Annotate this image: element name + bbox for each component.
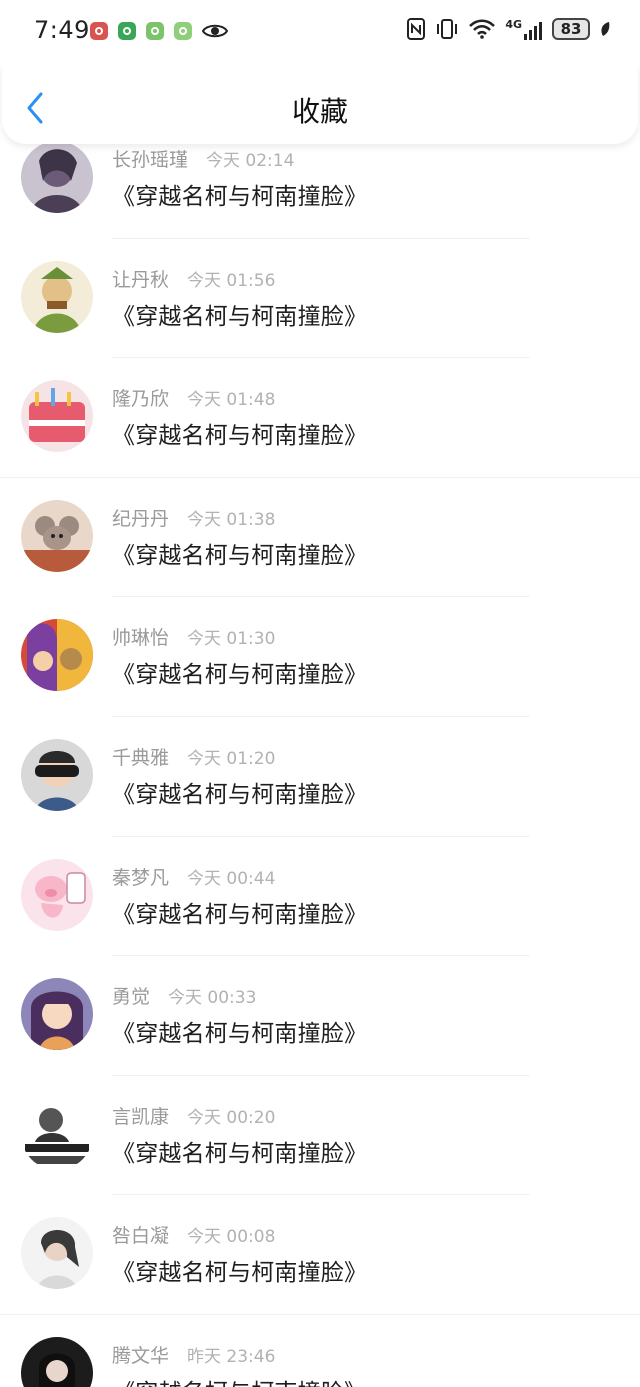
cellular-signal-icon: 4G bbox=[505, 19, 542, 40]
user-name: 让丹秋 bbox=[112, 268, 170, 291]
page-title: 收藏 bbox=[291, 95, 348, 128]
list-item[interactable]: 咎白凝 今天 00:08 《穿越名柯与柯南撞脸》 bbox=[0, 1195, 640, 1315]
list-item[interactable]: 勇觉 今天 00:33 《穿越名柯与柯南撞脸》 bbox=[0, 956, 640, 1076]
network-type: 4G bbox=[505, 17, 522, 31]
timestamp: 今天 01:56 bbox=[187, 270, 276, 291]
item-meta: 千典雅 今天 01:20 bbox=[112, 743, 275, 770]
user-name: 纪丹丹 bbox=[112, 507, 170, 530]
user-name: 腾文华 bbox=[112, 1344, 170, 1367]
vibrate-icon bbox=[437, 19, 458, 39]
app-notification-icon bbox=[118, 22, 136, 40]
avatar bbox=[21, 1336, 93, 1387]
eye-icon bbox=[202, 24, 228, 38]
timestamp: 今天 01:30 bbox=[187, 629, 276, 650]
avatar bbox=[21, 1217, 93, 1290]
list-item[interactable]: 千典雅 今天 01:20 《穿越名柯与柯南撞脸》 bbox=[0, 717, 640, 837]
user-name: 言凯康 bbox=[112, 1105, 170, 1128]
item-meta: 腾文华 昨天 23:46 bbox=[112, 1341, 275, 1368]
status-time: 7:49 bbox=[34, 16, 90, 44]
item-title: 《穿越名柯与柯南撞脸》 bbox=[112, 781, 368, 808]
list-item[interactable]: 秦梦凡 今天 00:44 《穿越名柯与柯南撞脸》 bbox=[0, 837, 640, 957]
timestamp: 今天 01:20 bbox=[187, 748, 276, 769]
timestamp: 今天 00:33 bbox=[168, 988, 257, 1009]
list-item[interactable]: 帅琳怡 今天 01:30 《穿越名柯与柯南撞脸》 bbox=[0, 597, 640, 717]
item-meta: 言凯康 今天 00:20 bbox=[112, 1102, 275, 1129]
item-meta: 咎白凝 今天 00:08 bbox=[112, 1221, 275, 1248]
battery-level: 83 bbox=[552, 18, 590, 40]
timestamp: 今天 00:44 bbox=[187, 868, 276, 889]
timestamp: 今天 00:20 bbox=[187, 1107, 276, 1128]
wifi-icon bbox=[469, 19, 496, 39]
nfc-icon bbox=[407, 18, 426, 40]
timestamp: 今天 00:08 bbox=[187, 1227, 276, 1248]
app-notification-icon bbox=[90, 22, 108, 40]
timestamp: 今天 01:48 bbox=[187, 390, 276, 411]
list-item[interactable]: 让丹秋 今天 01:56 《穿越名柯与柯南撞脸》 bbox=[0, 239, 640, 359]
list-item[interactable]: 言凯康 今天 00:20 《穿越名柯与柯南撞脸》 bbox=[0, 1076, 640, 1196]
item-title: 《穿越名柯与柯南撞脸》 bbox=[112, 901, 368, 928]
item-title: 《穿越名柯与柯南撞脸》 bbox=[112, 1021, 368, 1048]
user-name: 勇觉 bbox=[112, 986, 151, 1009]
item-title: 《穿越名柯与柯南撞脸》 bbox=[112, 423, 368, 450]
avatar bbox=[21, 499, 93, 572]
leaf-icon bbox=[601, 22, 610, 36]
user-name: 秦梦凡 bbox=[112, 866, 170, 889]
item-title: 《穿越名柯与柯南撞脸》 bbox=[112, 662, 368, 689]
avatar bbox=[21, 141, 93, 213]
timestamp: 今天 01:38 bbox=[187, 509, 276, 530]
app-notification-icon bbox=[146, 22, 164, 40]
item-meta: 隆乃欣 今天 01:48 bbox=[112, 384, 275, 411]
item-title: 《穿越名柯与柯南撞脸》 bbox=[112, 1260, 368, 1287]
list-item[interactable]: 隆乃欣 今天 01:48 《穿越名柯与柯南撞脸》 bbox=[0, 358, 640, 478]
header-bar: 收藏 bbox=[2, 64, 638, 144]
item-meta: 纪丹丹 今天 01:38 bbox=[112, 504, 275, 531]
item-meta: 长孙瑶瑾 今天 02:14 bbox=[112, 145, 294, 172]
app-notification-icon bbox=[174, 22, 192, 40]
favorites-list: 长孙瑶瑾 今天 02:14 《穿越名柯与柯南撞脸》 让丹秋 今天 01:56 《… bbox=[0, 119, 640, 1387]
status-bar: 7:49 4G 83 bbox=[0, 0, 640, 64]
item-meta: 秦梦凡 今天 00:44 bbox=[112, 863, 275, 890]
user-name: 千典雅 bbox=[112, 746, 170, 769]
item-meta: 帅琳怡 今天 01:30 bbox=[112, 623, 275, 650]
user-name: 帅琳怡 bbox=[112, 627, 170, 650]
avatar bbox=[21, 738, 93, 811]
item-title: 《穿越名柯与柯南撞脸》 bbox=[112, 542, 368, 569]
list-item[interactable]: 纪丹丹 今天 01:38 《穿越名柯与柯南撞脸》 bbox=[0, 478, 640, 598]
timestamp: 今天 02:14 bbox=[206, 151, 295, 171]
user-name: 隆乃欣 bbox=[112, 388, 170, 411]
item-meta: 让丹秋 今天 01:56 bbox=[112, 265, 275, 292]
item-title: 《穿越名柯与柯南撞脸》 bbox=[112, 1140, 368, 1167]
user-name: 长孙瑶瑾 bbox=[112, 149, 189, 171]
avatar bbox=[21, 260, 93, 333]
item-title: 《穿越名柯与柯南撞脸》 bbox=[112, 1373, 367, 1387]
item-title: 《穿越名柯与柯南撞脸》 bbox=[112, 303, 368, 330]
user-name: 咎白凝 bbox=[112, 1225, 170, 1248]
avatar bbox=[21, 619, 93, 692]
item-meta: 勇觉 今天 00:33 bbox=[112, 982, 256, 1009]
avatar bbox=[21, 380, 93, 453]
item-title: 《穿越名柯与柯南撞脸》 bbox=[112, 184, 368, 210]
list-item[interactable]: 腾文华 昨天 23:46 《穿越名柯与柯南撞脸》 bbox=[0, 1315, 640, 1387]
avatar bbox=[21, 858, 93, 931]
system-icons: 4G 83 bbox=[407, 18, 610, 40]
avatar bbox=[21, 1097, 93, 1170]
timestamp: 昨天 23:46 bbox=[187, 1346, 276, 1367]
notification-icons bbox=[90, 22, 228, 40]
avatar bbox=[21, 978, 93, 1051]
